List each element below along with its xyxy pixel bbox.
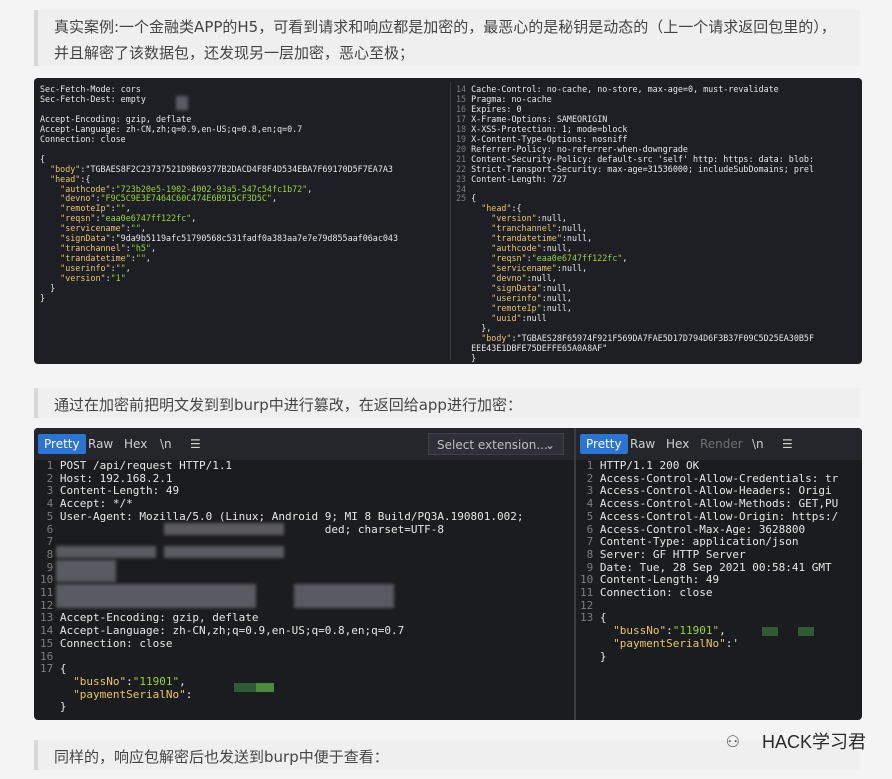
redaction-blur xyxy=(294,584,394,608)
code-line: 9 xyxy=(40,560,54,574)
code-line: 15 Connection: close xyxy=(40,636,173,650)
code-line: } xyxy=(456,352,477,363)
response-toolbar: Pretty Raw Hex Render \n ☰ xyxy=(576,428,862,460)
tab-hex[interactable]: Hex xyxy=(660,434,695,454)
request-toolbar: Pretty Raw Hex \n ☰ Select extension... … xyxy=(34,428,574,460)
code-line: 11 Connection: close xyxy=(580,586,713,600)
code-line: 8 Server: GF HTTP Server xyxy=(580,547,746,561)
code-line: } xyxy=(40,293,46,304)
code-line: 5 User-Agent: Mozilla/5.0 (Linux; Androi… xyxy=(40,509,524,523)
tab-raw[interactable]: Raw xyxy=(82,434,119,454)
select-extension-dropdown[interactable]: Select extension... ⌄ xyxy=(428,433,564,455)
tab-hex[interactable]: Hex xyxy=(118,434,153,454)
wechat-icon: ⚇ xyxy=(725,732,740,751)
quote-case-description: 真实案例:一个金融类APP的H5，可看到请求和响应都是加密的，最恶心的是秘钥是动… xyxy=(34,10,860,66)
code-line: } xyxy=(580,649,607,663)
code-line: "uuid":null xyxy=(491,312,547,323)
redaction-blur xyxy=(164,523,284,535)
redaction-blur xyxy=(56,560,116,582)
code-line: EEE43E1DBFE75DEFFE65A0A8AF" xyxy=(456,342,608,353)
redaction-blur xyxy=(56,546,156,558)
redaction-blur xyxy=(164,546,284,558)
tab-raw[interactable]: Raw xyxy=(624,434,661,454)
tab-render[interactable]: Render xyxy=(694,434,749,454)
pane-divider xyxy=(574,428,576,720)
code-line: Sec-Fetch-Dest: empty xyxy=(40,93,146,104)
tab-newline[interactable]: \n xyxy=(154,434,178,454)
redaction-blur xyxy=(56,584,256,608)
code-line: 5 Access-Control-Allow-Origin: https:/ xyxy=(580,509,839,523)
redaction-block xyxy=(256,683,274,692)
menu-icon[interactable]: ☰ xyxy=(776,434,799,454)
code-line: Connection: close xyxy=(40,133,126,144)
code-line: 16 xyxy=(40,649,54,663)
code-line: 24 xyxy=(456,183,467,194)
watermark: HACK学习君 xyxy=(761,732,866,752)
redaction-block xyxy=(762,627,778,636)
burp-screenshot-1: Sec-Fetch-Mode: cors Sec-Fetch-Dest: empt… xyxy=(34,78,862,364)
code-line: "paymentSerialNo": xyxy=(73,687,193,701)
menu-icon[interactable]: ☰ xyxy=(184,434,207,454)
code-line: 1 POST /api/request HTTP/1.1 xyxy=(40,460,233,472)
tab-pretty[interactable]: Pretty xyxy=(580,434,628,454)
code-line: } xyxy=(40,700,67,714)
code-line: "version":"1" xyxy=(60,273,126,284)
code-line: 6 ded; charset=UTF-8 xyxy=(40,522,444,536)
code-line: 4 Access-Control-Allow-Methods: GET,PU xyxy=(580,497,839,511)
redaction-block xyxy=(798,627,814,636)
code-line: 14 Accept-Language: zh-CN,zh;q=0.9,en-US… xyxy=(40,624,405,638)
response-editor[interactable]: 1 HTTP/1.1 200 OK 2 Access-Control-Allow… xyxy=(580,460,860,663)
code-line: 23 Content-Length: 727 xyxy=(456,173,567,184)
select-extension-label: Select extension... xyxy=(437,438,548,452)
quote-tamper-description: 通过在加密前把明文发到到burp中进行篡改，在返回给app进行加密： xyxy=(34,388,860,418)
code-line: "body":"TGBAES8F2C23737521D9B69377B2DACD… xyxy=(50,163,393,174)
code-line: 1 HTTP/1.1 200 OK xyxy=(580,460,700,472)
tab-pretty[interactable]: Pretty xyxy=(38,434,86,454)
code-line: "paymentSerialNo":' xyxy=(613,636,739,650)
response-body-code: 14 Cache-Control: no-cache, no-store, ma… xyxy=(456,85,858,364)
chevron-down-icon: ⌄ xyxy=(544,438,555,452)
code-line: } xyxy=(40,283,56,294)
redaction-block xyxy=(234,683,256,692)
code-line: 4 Accept: */* xyxy=(40,497,133,511)
request-body-code: Sec-Fetch-Mode: cors Sec-Fetch-Dest: empt… xyxy=(40,85,450,304)
code-line: 12 xyxy=(580,598,594,612)
burp-screenshot-2: Pretty Raw Hex \n ☰ Select extension... … xyxy=(34,428,862,720)
tab-newline[interactable]: \n xyxy=(746,434,770,454)
redaction-blur xyxy=(176,96,188,110)
pane-divider xyxy=(450,82,451,360)
